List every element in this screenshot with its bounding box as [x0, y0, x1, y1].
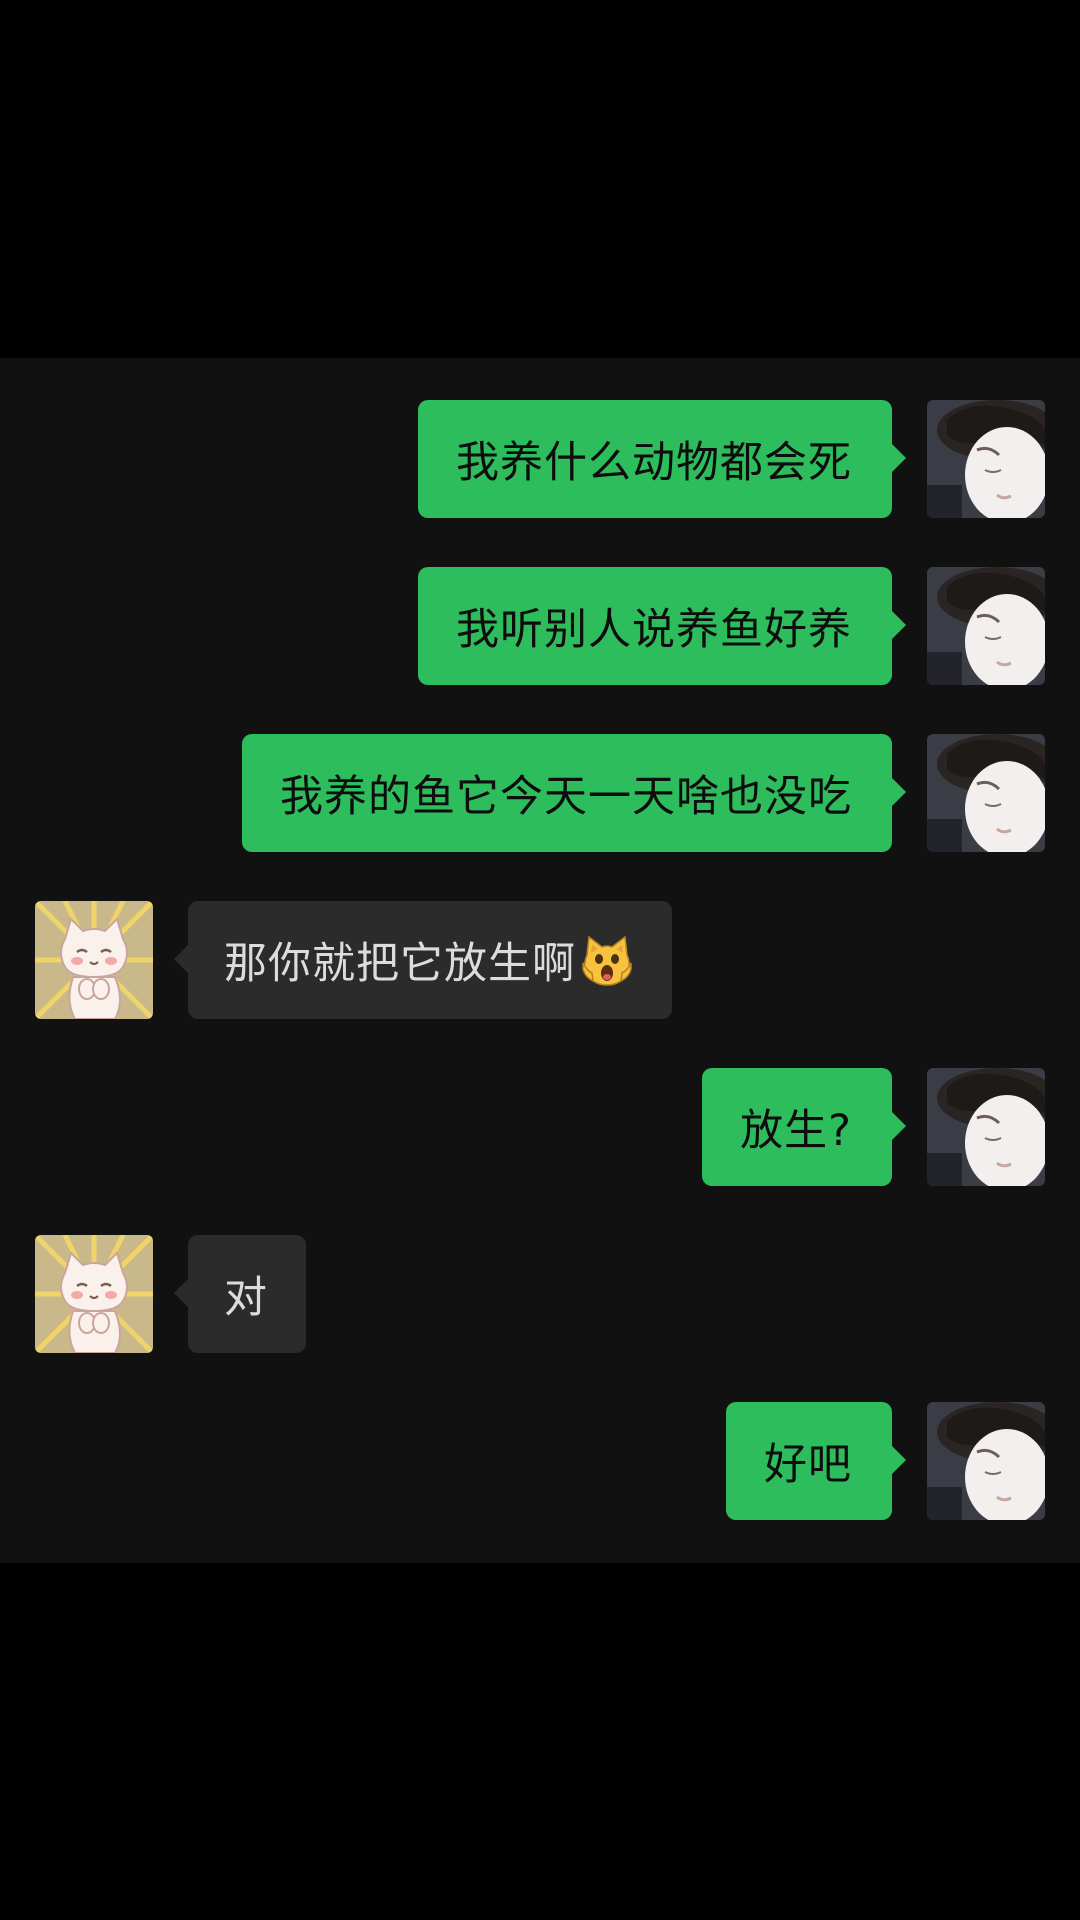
message-row: 我养的鱼它今天一天啥也没吃 — [0, 734, 1080, 852]
message-row: 我养什么动物都会死 — [0, 400, 1080, 518]
contact-avatar[interactable] — [35, 1235, 153, 1353]
bubble-tail — [891, 1445, 906, 1475]
my-avatar[interactable] — [927, 734, 1045, 852]
bubble-tail — [174, 1278, 189, 1308]
message-row: 好吧 — [0, 1402, 1080, 1520]
message-row: 对 — [0, 1235, 1080, 1353]
received-message-bubble[interactable]: 那你就把它放生啊 — [174, 901, 672, 1019]
sent-message-bubble[interactable]: 好吧 — [726, 1402, 906, 1520]
sent-message-bubble[interactable]: 放生? — [702, 1068, 906, 1186]
message-row: 放生? — [0, 1068, 1080, 1186]
contact-avatar[interactable] — [35, 901, 153, 1019]
weary-cat-face-icon — [580, 933, 634, 987]
received-message-bubble[interactable]: 对 — [174, 1235, 306, 1353]
message-row: 我听别人说养鱼好养 — [0, 567, 1080, 685]
message-text: 那你就把它放生啊 — [224, 939, 576, 989]
message-text: 放生? — [740, 1106, 852, 1156]
bubble-tail — [891, 443, 906, 473]
message-row: 那你就把它放生啊 — [0, 901, 1080, 1019]
message-text: 我养什么动物都会死 — [456, 438, 852, 488]
my-avatar[interactable] — [927, 567, 1045, 685]
message-text: 我听别人说养鱼好养 — [456, 605, 852, 655]
my-avatar[interactable] — [927, 1068, 1045, 1186]
message-text: 对 — [224, 1273, 268, 1323]
bubble-tail — [891, 610, 906, 640]
message-text: 我养的鱼它今天一天啥也没吃 — [280, 772, 852, 822]
my-avatar[interactable] — [927, 400, 1045, 518]
bubble-tail — [174, 944, 189, 974]
bubble-tail — [891, 777, 906, 807]
sent-message-bubble[interactable]: 我养什么动物都会死 — [418, 400, 906, 518]
bubble-tail — [891, 1111, 906, 1141]
chat-panel[interactable]: 我养什么动物都会死 我听别人说养鱼好养 我养的鱼它今天一天啥也没吃 那你就把它放… — [0, 358, 1080, 1563]
my-avatar[interactable] — [927, 1402, 1045, 1520]
sent-message-bubble[interactable]: 我养的鱼它今天一天啥也没吃 — [242, 734, 906, 852]
message-text: 好吧 — [764, 1440, 852, 1490]
sent-message-bubble[interactable]: 我听别人说养鱼好养 — [418, 567, 906, 685]
